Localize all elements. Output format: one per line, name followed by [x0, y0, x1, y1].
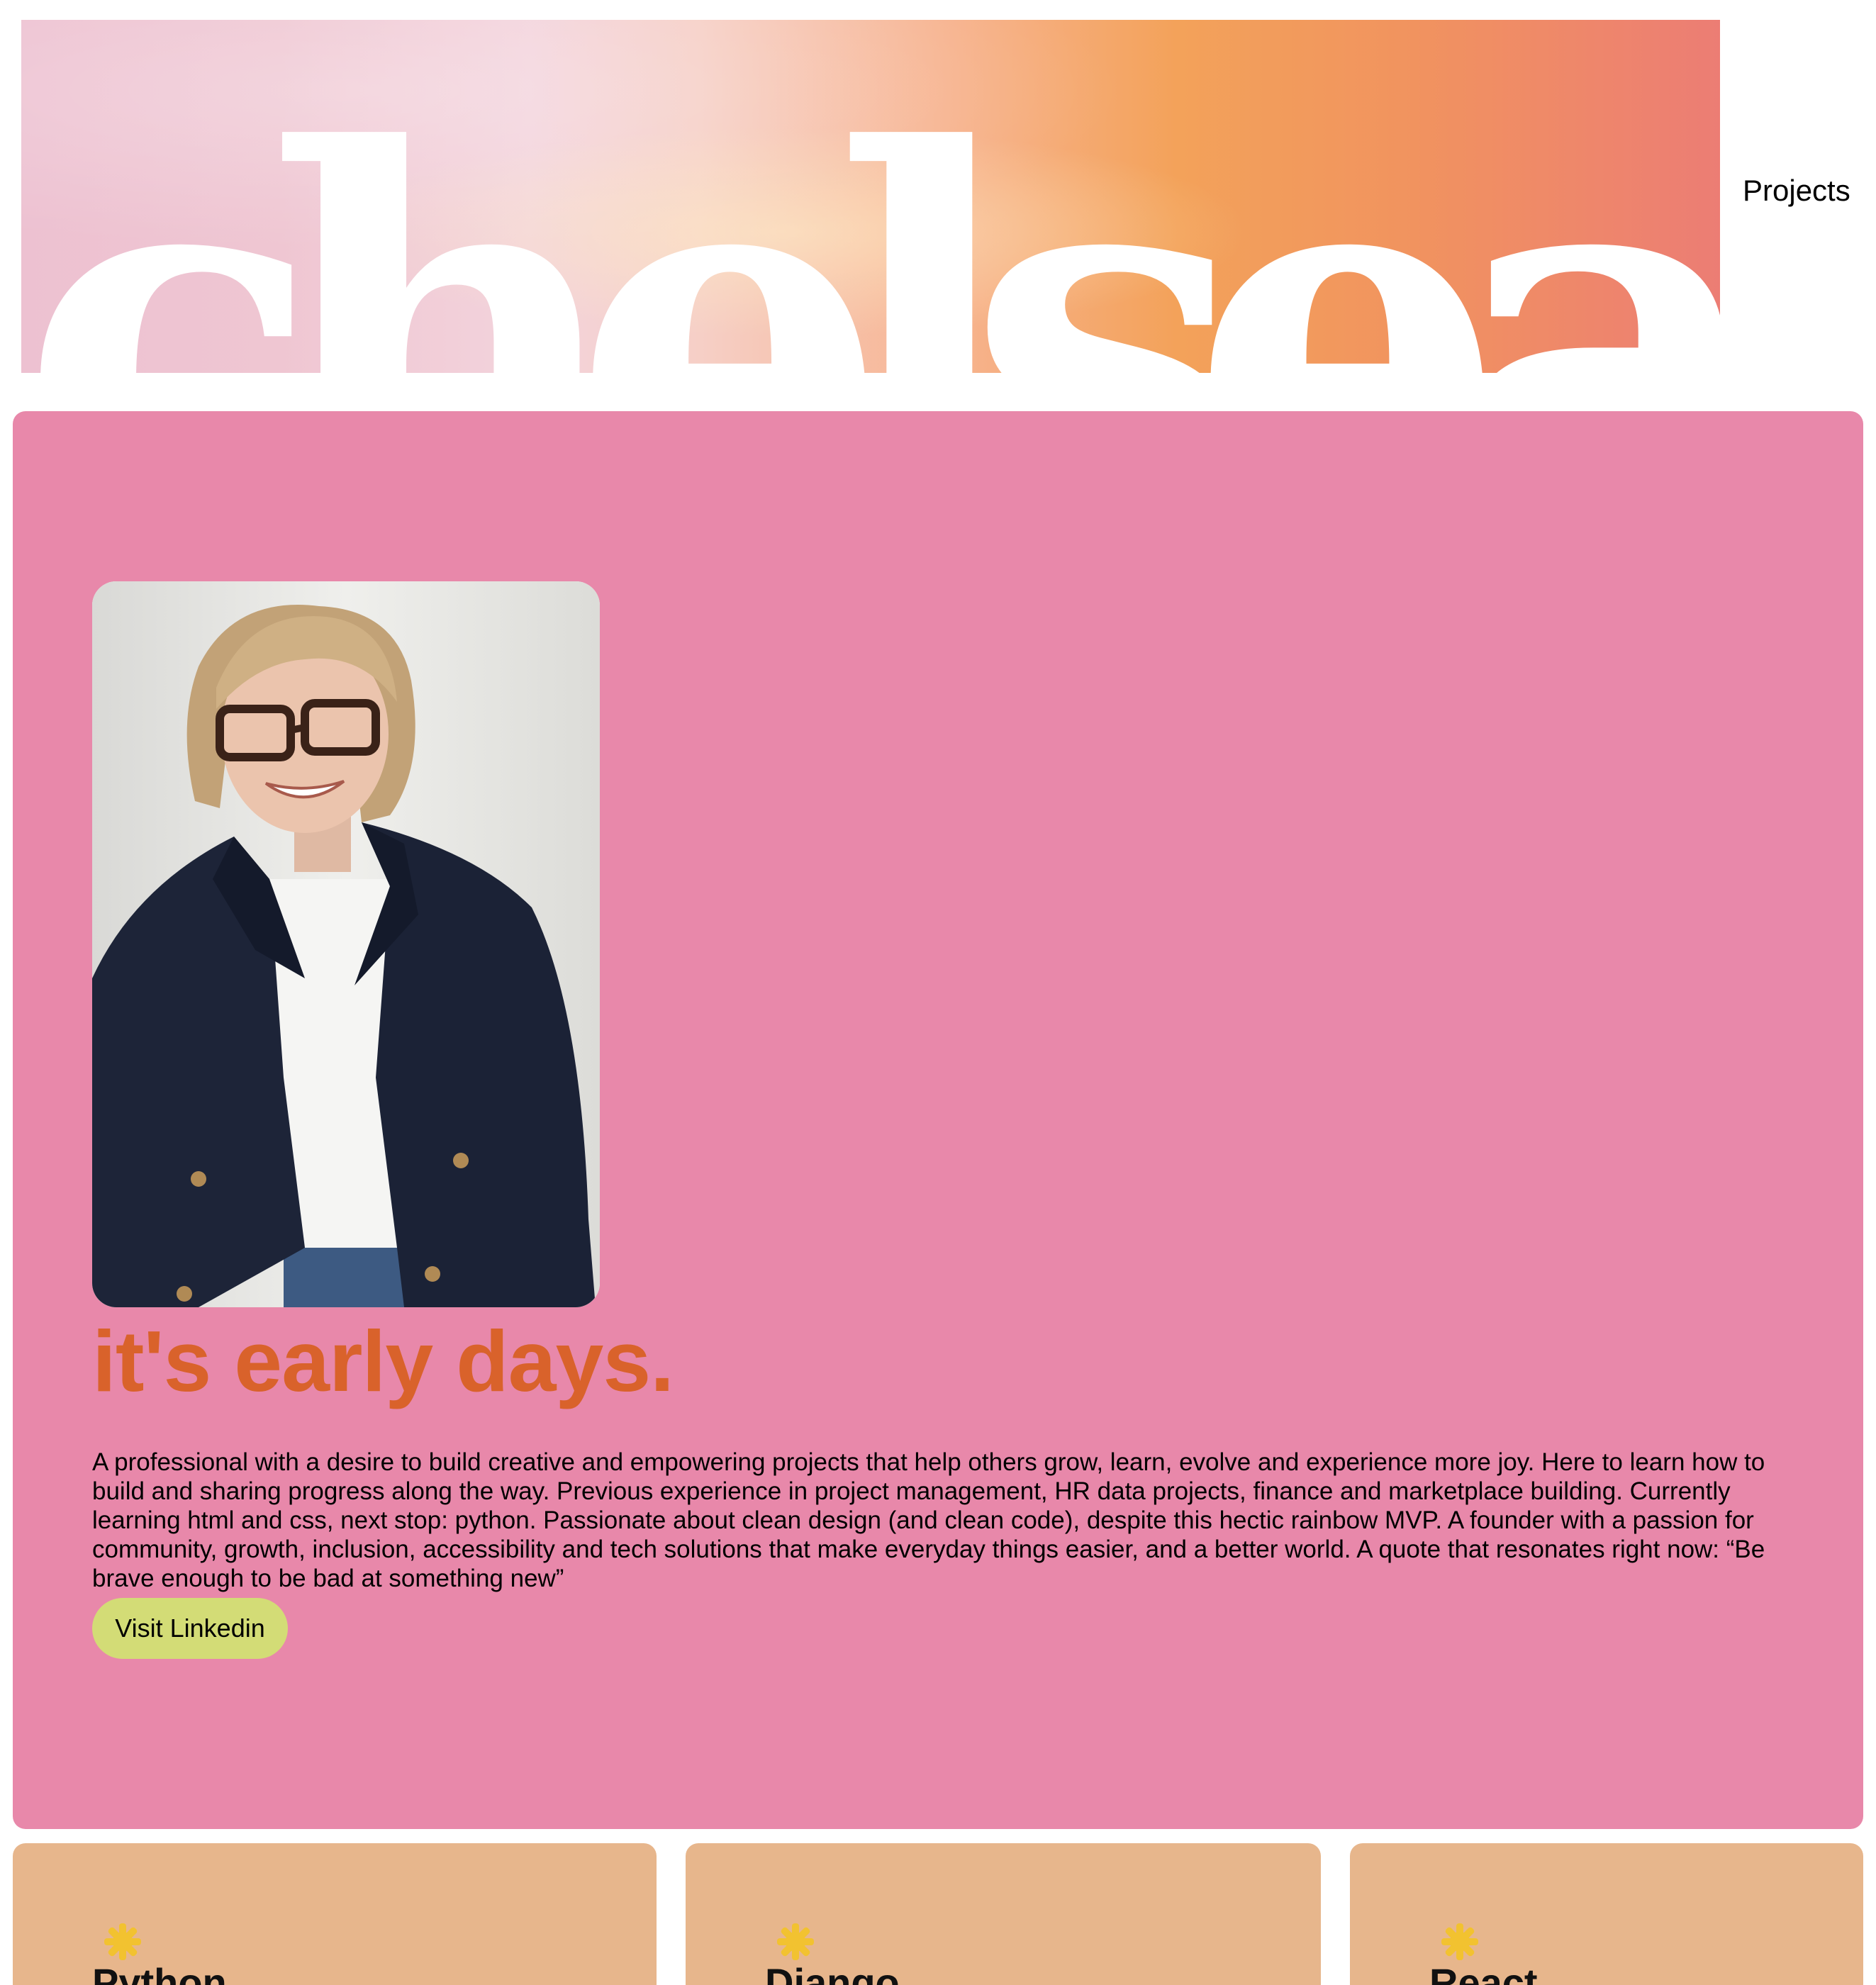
skill-title: Django [765, 1960, 900, 1985]
skill-title: React [1429, 1960, 1538, 1985]
nav-projects-link[interactable]: Projects [1743, 176, 1850, 206]
skill-card-django: Django [686, 1843, 1321, 1985]
page: chelsea Projects it's early days. A prof… [0, 0, 1876, 1985]
logo-text: chelsea [21, 44, 1720, 373]
skill-title: Python [92, 1960, 227, 1985]
logo-banner[interactable]: chelsea [21, 20, 1720, 373]
hero-title: it's early days. [92, 1313, 674, 1409]
star-icon [104, 1923, 141, 1960]
visit-linkedin-button[interactable]: Visit Linkedin [92, 1598, 288, 1659]
hero-bio: A professional with a desire to build cr… [92, 1448, 1765, 1592]
logo-wordmark: chelsea [21, 44, 1720, 373]
skill-card-python: Python [13, 1843, 657, 1985]
profile-photo [92, 581, 600, 1307]
skill-card-react: React [1350, 1843, 1863, 1985]
hero-section: it's early days. A professional with a d… [13, 411, 1863, 1829]
star-icon [777, 1923, 814, 1960]
star-icon [1441, 1923, 1478, 1960]
